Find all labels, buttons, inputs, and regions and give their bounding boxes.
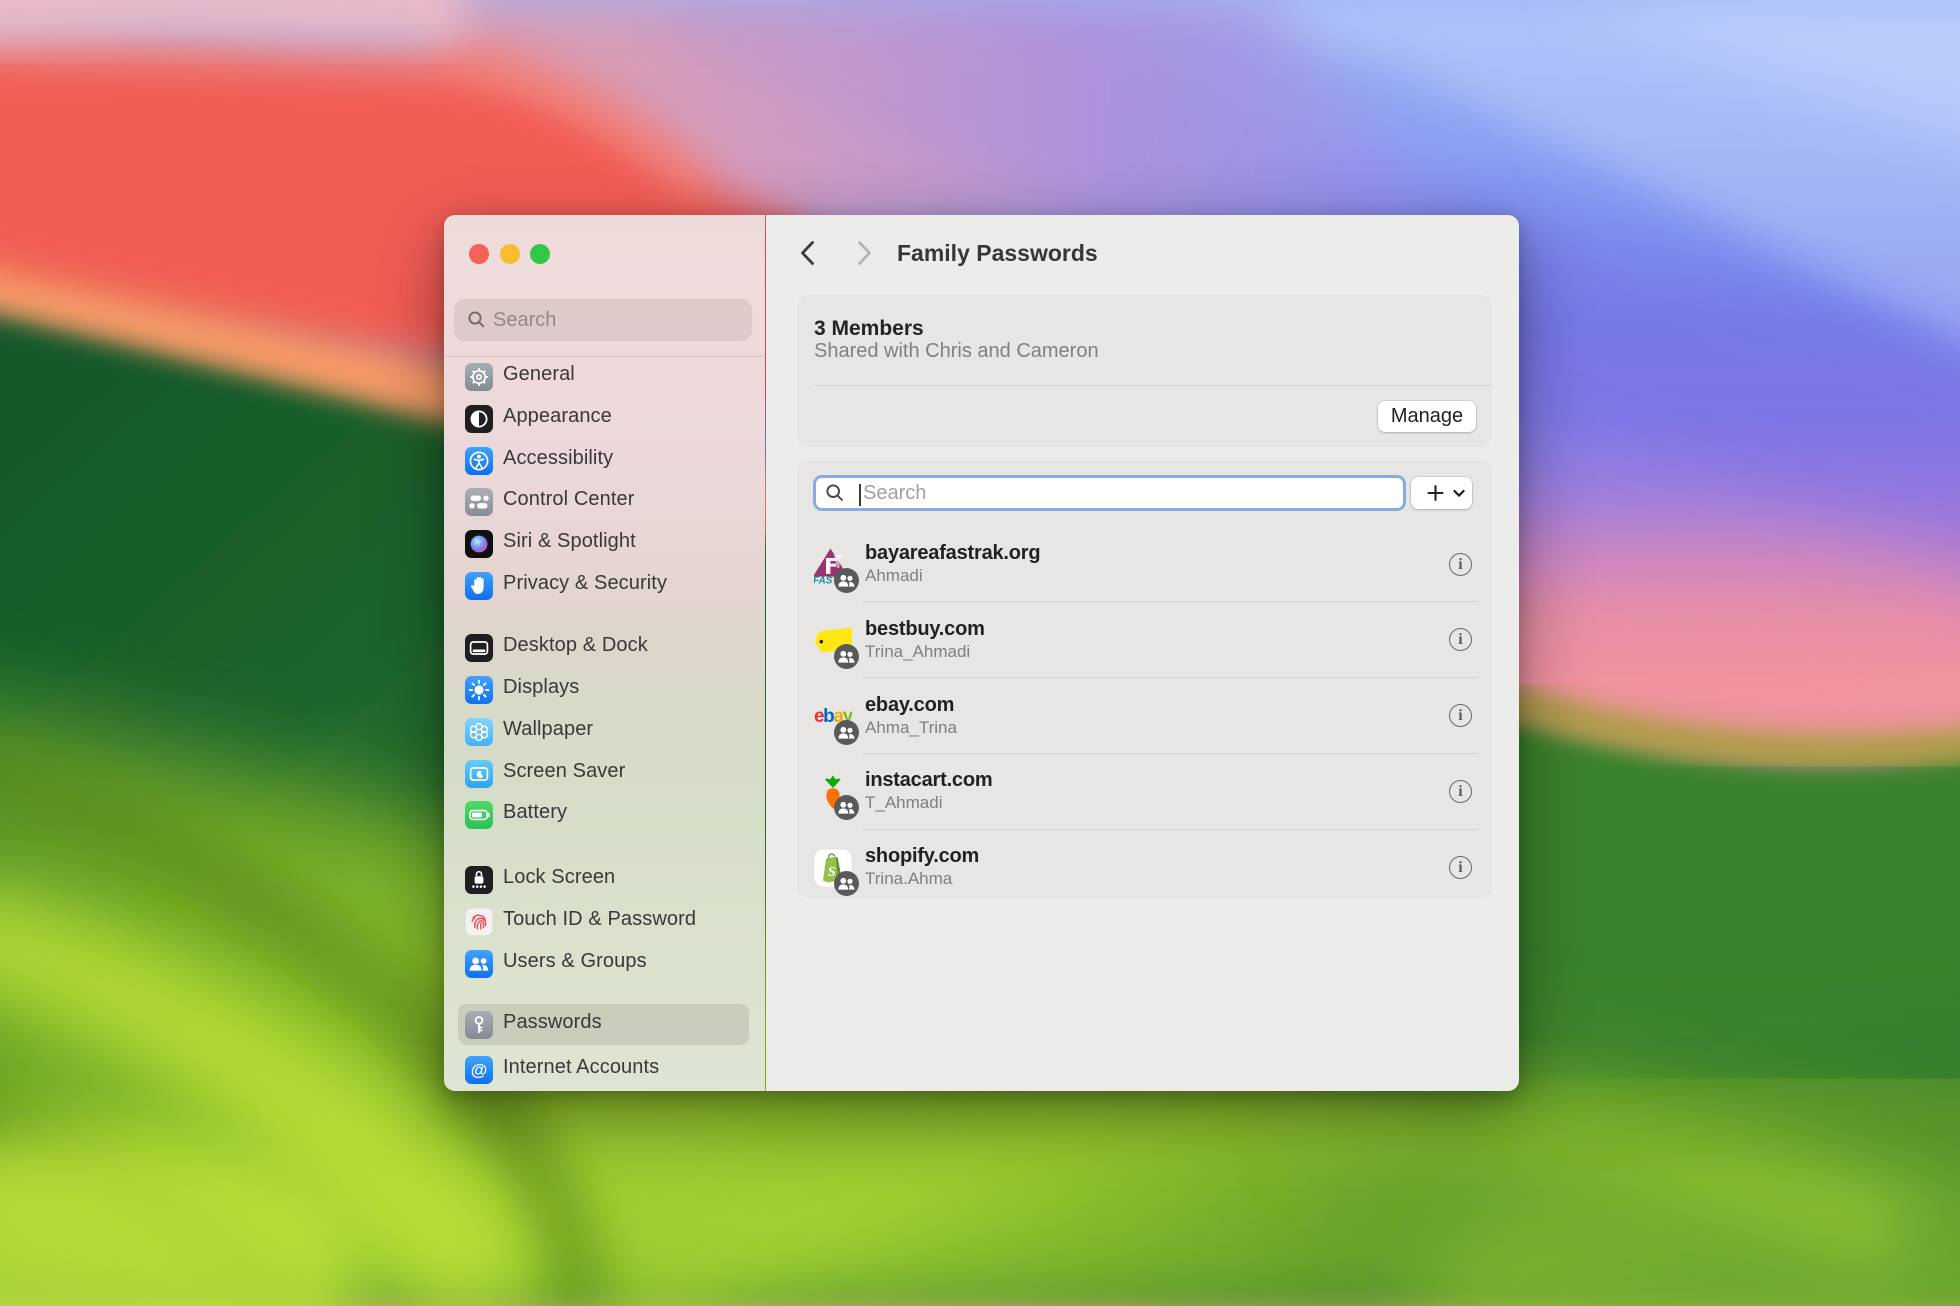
svg-text:@: @: [471, 1061, 488, 1080]
